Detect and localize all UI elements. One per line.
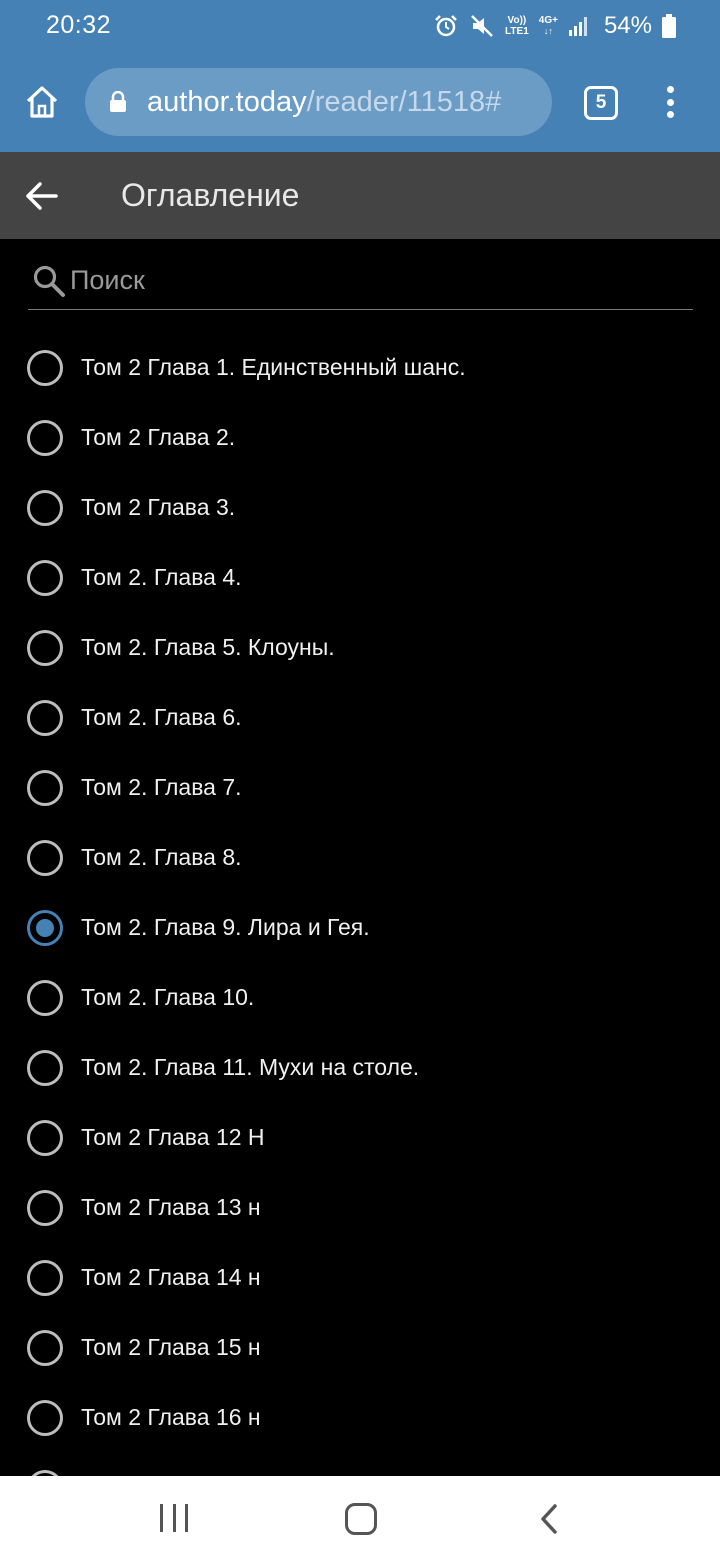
chapter-label: Том 2 Глава 12 Н xyxy=(81,1124,265,1150)
chapter-label: Том 2. Глава 10. xyxy=(81,984,255,1010)
recent-apps-icon xyxy=(172,1504,176,1532)
chapter-item[interactable]: Том 2. Глава 4. xyxy=(0,543,720,613)
search-field[interactable] xyxy=(28,258,693,310)
battery-icon xyxy=(662,14,676,38)
chapter-label: Том 2 Глава 15 н xyxy=(81,1334,261,1360)
radio-button[interactable] xyxy=(27,980,63,1016)
chapter-item[interactable]: Том 2. Глава 7. xyxy=(0,753,720,823)
chapter-item[interactable]: Том 2. Глава 6. xyxy=(0,683,720,753)
radio-button[interactable] xyxy=(27,560,63,596)
browser-home-button[interactable] xyxy=(18,78,66,126)
radio-button[interactable] xyxy=(27,1400,63,1436)
chapter-label: Том 2 Глава 14 н xyxy=(81,1264,261,1290)
recent-apps-button[interactable] xyxy=(156,1504,192,1534)
radio-button[interactable] xyxy=(27,1330,63,1366)
chapter-item[interactable]: Том 2 Глава 2. xyxy=(0,403,720,473)
volte-indicator: Vo)) LTE1 xyxy=(505,15,529,37)
chapter-label: Том 2 Глава 13 н xyxy=(81,1194,261,1220)
chapter-list: Том 2 Глава 1. Единственный шанс. Том 2 … xyxy=(0,333,720,1476)
arrow-left-icon xyxy=(26,182,58,210)
chapter-label: Том 2 Глава 3. xyxy=(81,494,236,520)
chapter-label: Том 2. Глава 8. xyxy=(81,844,242,870)
chapter-item[interactable]: Том 2. Глава 8. xyxy=(0,823,720,893)
toc-header: Оглавление xyxy=(0,152,720,239)
status-icons: Vo)) LTE1 4G+ ↓↑ 54% xyxy=(433,10,676,42)
chapter-label: Том 2. Глава 9. Лира и Гея. xyxy=(81,914,370,940)
menu-dot-icon xyxy=(666,86,674,93)
radio-button[interactable] xyxy=(27,700,63,736)
back-button[interactable] xyxy=(22,176,62,216)
tab-switcher-button[interactable]: 5 xyxy=(584,86,618,120)
radio-button[interactable] xyxy=(27,1260,63,1296)
chapter-item[interactable]: Том 2. Глава 9. Лира и Гея. xyxy=(0,893,720,963)
home-button[interactable] xyxy=(345,1503,377,1535)
chapter-item[interactable]: Том 2. Глава 5. Клоуны. xyxy=(0,613,720,683)
search-icon xyxy=(33,265,65,297)
lock-icon xyxy=(110,91,126,112)
chapter-item[interactable]: Том 2 Глава 13 н xyxy=(0,1173,720,1243)
chapter-label: Том 2 Глава 1. Единственный шанс. xyxy=(81,354,466,380)
chapter-item[interactable]: Том 2 Глава 12 Н xyxy=(0,1103,720,1173)
chapter-item[interactable] xyxy=(0,1453,720,1476)
chapter-item[interactable]: Том 2 Глава 1. Единственный шанс. xyxy=(0,333,720,403)
chapter-label: Том 2. Глава 5. Клоуны. xyxy=(81,634,335,660)
radio-button[interactable] xyxy=(27,420,63,456)
chapter-label: Том 2. Глава 4. xyxy=(81,564,242,590)
browser-toolbar: author.today/reader/11518# 5 xyxy=(0,52,720,152)
radio-button[interactable] xyxy=(27,840,63,876)
recent-apps-icon xyxy=(185,1504,188,1532)
url-bar[interactable]: author.today/reader/11518# xyxy=(85,68,552,136)
radio-button[interactable] xyxy=(27,630,63,666)
url-text: author.today/reader/11518# xyxy=(147,86,501,119)
chapter-label: Том 2 Глава 2. xyxy=(81,424,236,450)
battery-percent: 54% xyxy=(603,12,652,39)
status-time: 20:32 xyxy=(46,11,112,39)
menu-dot-icon xyxy=(666,111,674,118)
browser-menu-button[interactable] xyxy=(654,82,686,122)
chapter-label: Том 2. Глава 11. Мухи на столе. xyxy=(81,1054,420,1080)
radio-button[interactable] xyxy=(27,1120,63,1156)
url-domain: author.today xyxy=(147,86,307,118)
menu-dot-icon xyxy=(666,98,674,106)
system-nav-bar xyxy=(0,1476,720,1560)
chapter-item[interactable]: Том 2 Глава 14 н xyxy=(0,1243,720,1313)
recent-apps-icon xyxy=(160,1504,163,1532)
radio-button[interactable] xyxy=(27,910,63,946)
page-title: Оглавление xyxy=(121,177,300,213)
chapter-label: Том 2. Глава 6. xyxy=(81,704,242,730)
radio-button[interactable] xyxy=(27,350,63,386)
network-indicator: 4G+ ↓↑ xyxy=(538,15,558,36)
radio-button[interactable] xyxy=(27,1050,63,1086)
status-bar: 20:32 Vo)) LTE1 4G+ ↓↑ 54% xyxy=(0,0,720,52)
chapter-item[interactable]: Том 2 Глава 15 н xyxy=(0,1313,720,1383)
alarm-icon xyxy=(435,15,457,37)
home-icon xyxy=(26,86,58,118)
chapter-label: Том 2. Глава 7. xyxy=(81,774,242,800)
radio-button[interactable] xyxy=(27,770,63,806)
chapter-item[interactable]: Том 2. Глава 11. Мухи на столе. xyxy=(0,1033,720,1103)
tab-count: 5 xyxy=(595,92,607,113)
search-input[interactable] xyxy=(70,260,670,300)
url-path: /reader/11518# xyxy=(306,86,502,118)
radio-button[interactable] xyxy=(27,1190,63,1226)
chapter-item[interactable]: Том 2. Глава 10. xyxy=(0,963,720,1033)
signal-icon xyxy=(568,17,587,36)
chapter-item[interactable]: Том 2 Глава 3. xyxy=(0,473,720,543)
back-nav-icon[interactable] xyxy=(533,1502,565,1536)
mute-icon xyxy=(471,15,493,37)
chapter-label: Том 2 Глава 16 н xyxy=(81,1404,261,1430)
chapter-item[interactable]: Том 2 Глава 16 н xyxy=(0,1383,720,1453)
radio-button[interactable] xyxy=(27,490,63,526)
